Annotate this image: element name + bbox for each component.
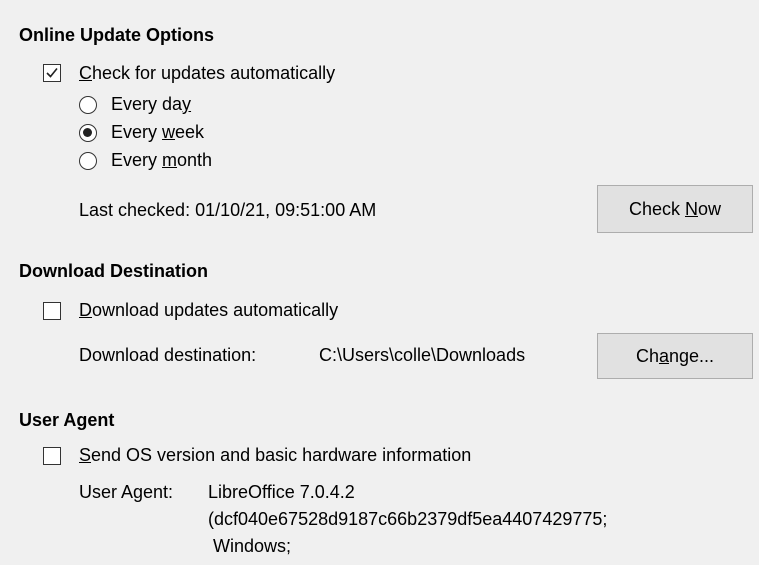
radio-every-month-label[interactable]: Every month	[111, 150, 212, 171]
checkbox-box[interactable]	[43, 302, 61, 320]
radio-selected-dot	[83, 128, 92, 137]
user-agent-value-line: LibreOffice 7.0.4.2	[208, 482, 355, 502]
radio-every-month-button[interactable]	[79, 152, 97, 170]
radio-every-week-button[interactable]	[79, 124, 97, 142]
download-destination-title: Download Destination	[19, 261, 208, 281]
user-agent-label: User Agent:	[79, 482, 174, 502]
radio-every-week-label[interactable]: Every week	[111, 122, 204, 143]
send-os-info-label[interactable]: Send OS version and basic hardware infor…	[79, 445, 471, 466]
user-agent-value-line: (dcf040e67528d9187c66b2379df5ea440742977…	[208, 509, 608, 529]
checkbox-box[interactable]	[43, 64, 61, 82]
change-destination-button[interactable]: Change...	[597, 333, 753, 379]
radio-every-day-button[interactable]	[79, 96, 97, 114]
user-agent-value-line: Windows;	[208, 536, 292, 556]
check-updates-auto-label[interactable]: Check for updates automatically	[79, 63, 335, 84]
check-now-button[interactable]: Check Now	[597, 185, 753, 233]
checkmark-icon	[46, 67, 58, 78]
radio-every-day-label[interactable]: Every day	[111, 94, 191, 115]
last-checked-text: Last checked: 01/10/21, 09:51:00 AM	[79, 200, 377, 220]
download-updates-auto-label[interactable]: Download updates automatically	[79, 300, 338, 321]
checkbox-box[interactable]	[43, 447, 61, 465]
download-destination-path: C:\Users\colle\Downloads	[319, 345, 526, 365]
download-destination-label: Download destination:	[79, 345, 257, 365]
user-agent-title: User Agent	[19, 410, 115, 430]
online-update-title: Online Update Options	[19, 25, 215, 45]
